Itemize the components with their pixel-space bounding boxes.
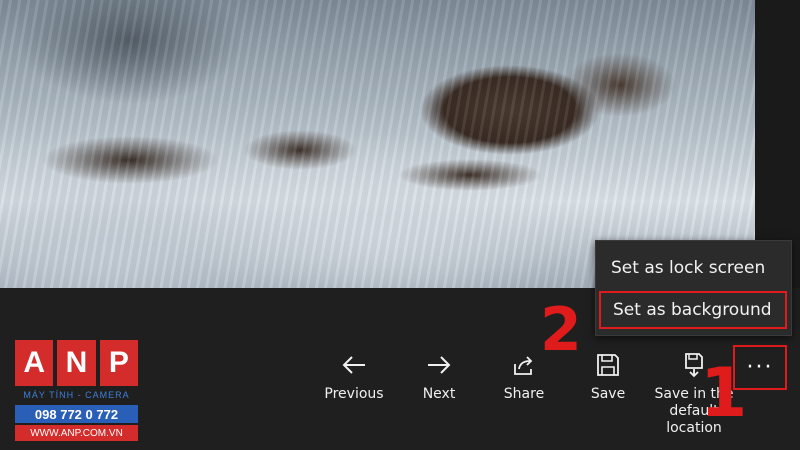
save-label: Save <box>590 386 626 402</box>
menu-item-set-background[interactable]: Set as background <box>599 291 787 329</box>
logo-letter-a: A <box>15 340 54 386</box>
logo-letter-p: P <box>99 340 138 386</box>
step-1-annotation: 1 <box>700 354 748 433</box>
logo-letter-n: N <box>57 340 96 386</box>
previous-button[interactable]: Previous <box>320 352 388 403</box>
ellipsis-icon: ··· <box>746 355 774 380</box>
step-2-annotation: 2 <box>540 295 582 365</box>
share-icon <box>514 356 533 375</box>
arrow-left-icon <box>342 356 365 374</box>
set-as-menu: Set as lock screen Set as background <box>595 240 792 336</box>
save-button[interactable]: Save <box>584 352 632 403</box>
arrow-right-icon <box>428 356 451 374</box>
floppy-disk-icon <box>597 354 619 376</box>
anp-watermark-logo: A N P MÁY TÍNH - CAMERA 098 772 0 772 WW… <box>15 340 138 441</box>
logo-tagline: MÁY TÍNH - CAMERA <box>23 390 130 400</box>
logo-phone: 098 772 0 772 <box>15 405 138 423</box>
logo-website: WWW.ANP.COM.VN <box>15 425 138 441</box>
next-button[interactable]: Next <box>413 352 465 403</box>
share-label: Share <box>503 386 545 402</box>
menu-item-set-lock-screen[interactable]: Set as lock screen <box>596 251 791 285</box>
next-label: Next <box>422 386 456 402</box>
previous-label: Previous <box>324 386 384 402</box>
logo-letters: A N P <box>15 340 138 386</box>
